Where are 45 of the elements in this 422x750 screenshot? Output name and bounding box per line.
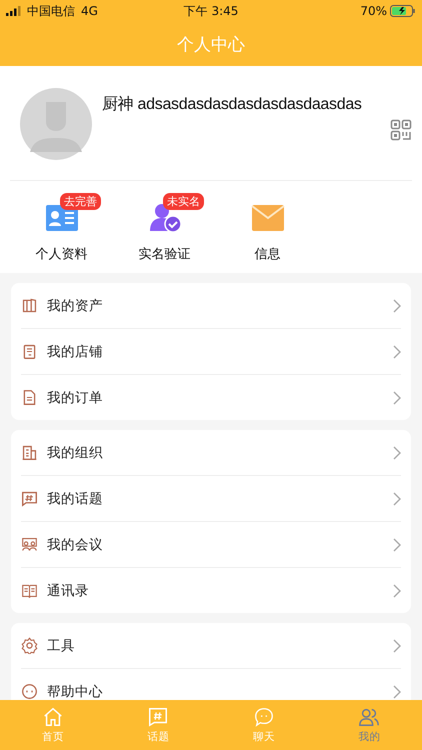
menu-item[interactable]: 我的资产 (47, 296, 384, 314)
meeting-icon (21, 536, 38, 553)
hashtag-icon (147, 706, 170, 728)
chevron-right-icon (393, 298, 401, 312)
home-icon (42, 706, 64, 728)
chat-bubble-icon (252, 706, 275, 728)
battery-icon (390, 5, 416, 17)
people-icon (358, 706, 380, 728)
menu-item[interactable]: 我的店铺 (47, 342, 384, 360)
menu-item[interactable]: 通讯录 (47, 582, 384, 600)
chevron-right-icon (393, 446, 401, 460)
gear-icon (21, 637, 38, 654)
chevron-right-icon (393, 584, 401, 598)
chevron-right-icon (393, 390, 401, 404)
shortcut-label[interactable]: 信息 (254, 245, 280, 263)
chevron-right-icon (393, 492, 401, 506)
menu-item[interactable]: 工具 (47, 636, 384, 654)
menu-item[interactable]: 我的订单 (47, 388, 384, 406)
book-icon (21, 297, 38, 314)
page-title: 个人中心 (177, 34, 245, 56)
battery-percent: 70% (360, 4, 388, 18)
shortcut-label[interactable]: 实名验证 (138, 245, 190, 263)
user-name: 厨神 adsasdasdasdasdasdasdaasdas (102, 94, 363, 115)
status-badge: 去完善 (60, 193, 101, 210)
menu-item[interactable]: 我的会议 (47, 536, 384, 554)
network-type: 4G (81, 4, 98, 18)
building-icon (21, 444, 38, 461)
shortcut-label[interactable]: 个人资料 (36, 245, 88, 263)
circle-icon (21, 683, 38, 700)
chevron-right-icon (393, 538, 401, 552)
menu-item[interactable]: 我的话题 (47, 490, 384, 508)
document-icon (21, 389, 38, 406)
clock-time: 下午 3:45 (184, 2, 238, 20)
hashtag-icon (21, 490, 38, 507)
clipboard-icon (21, 343, 38, 360)
qr-code-icon[interactable] (390, 119, 412, 141)
open-book-icon (21, 582, 38, 599)
chevron-right-icon (393, 684, 401, 698)
chevron-right-icon (393, 638, 401, 652)
chevron-right-icon (393, 344, 401, 358)
status-badge: 未实名 (163, 193, 204, 210)
signal-icon (6, 6, 21, 16)
menu-item[interactable]: 我的组织 (47, 444, 384, 462)
carrier-name: 中国电信 (27, 2, 75, 20)
menu-item[interactable]: 帮助中心 (47, 682, 384, 700)
